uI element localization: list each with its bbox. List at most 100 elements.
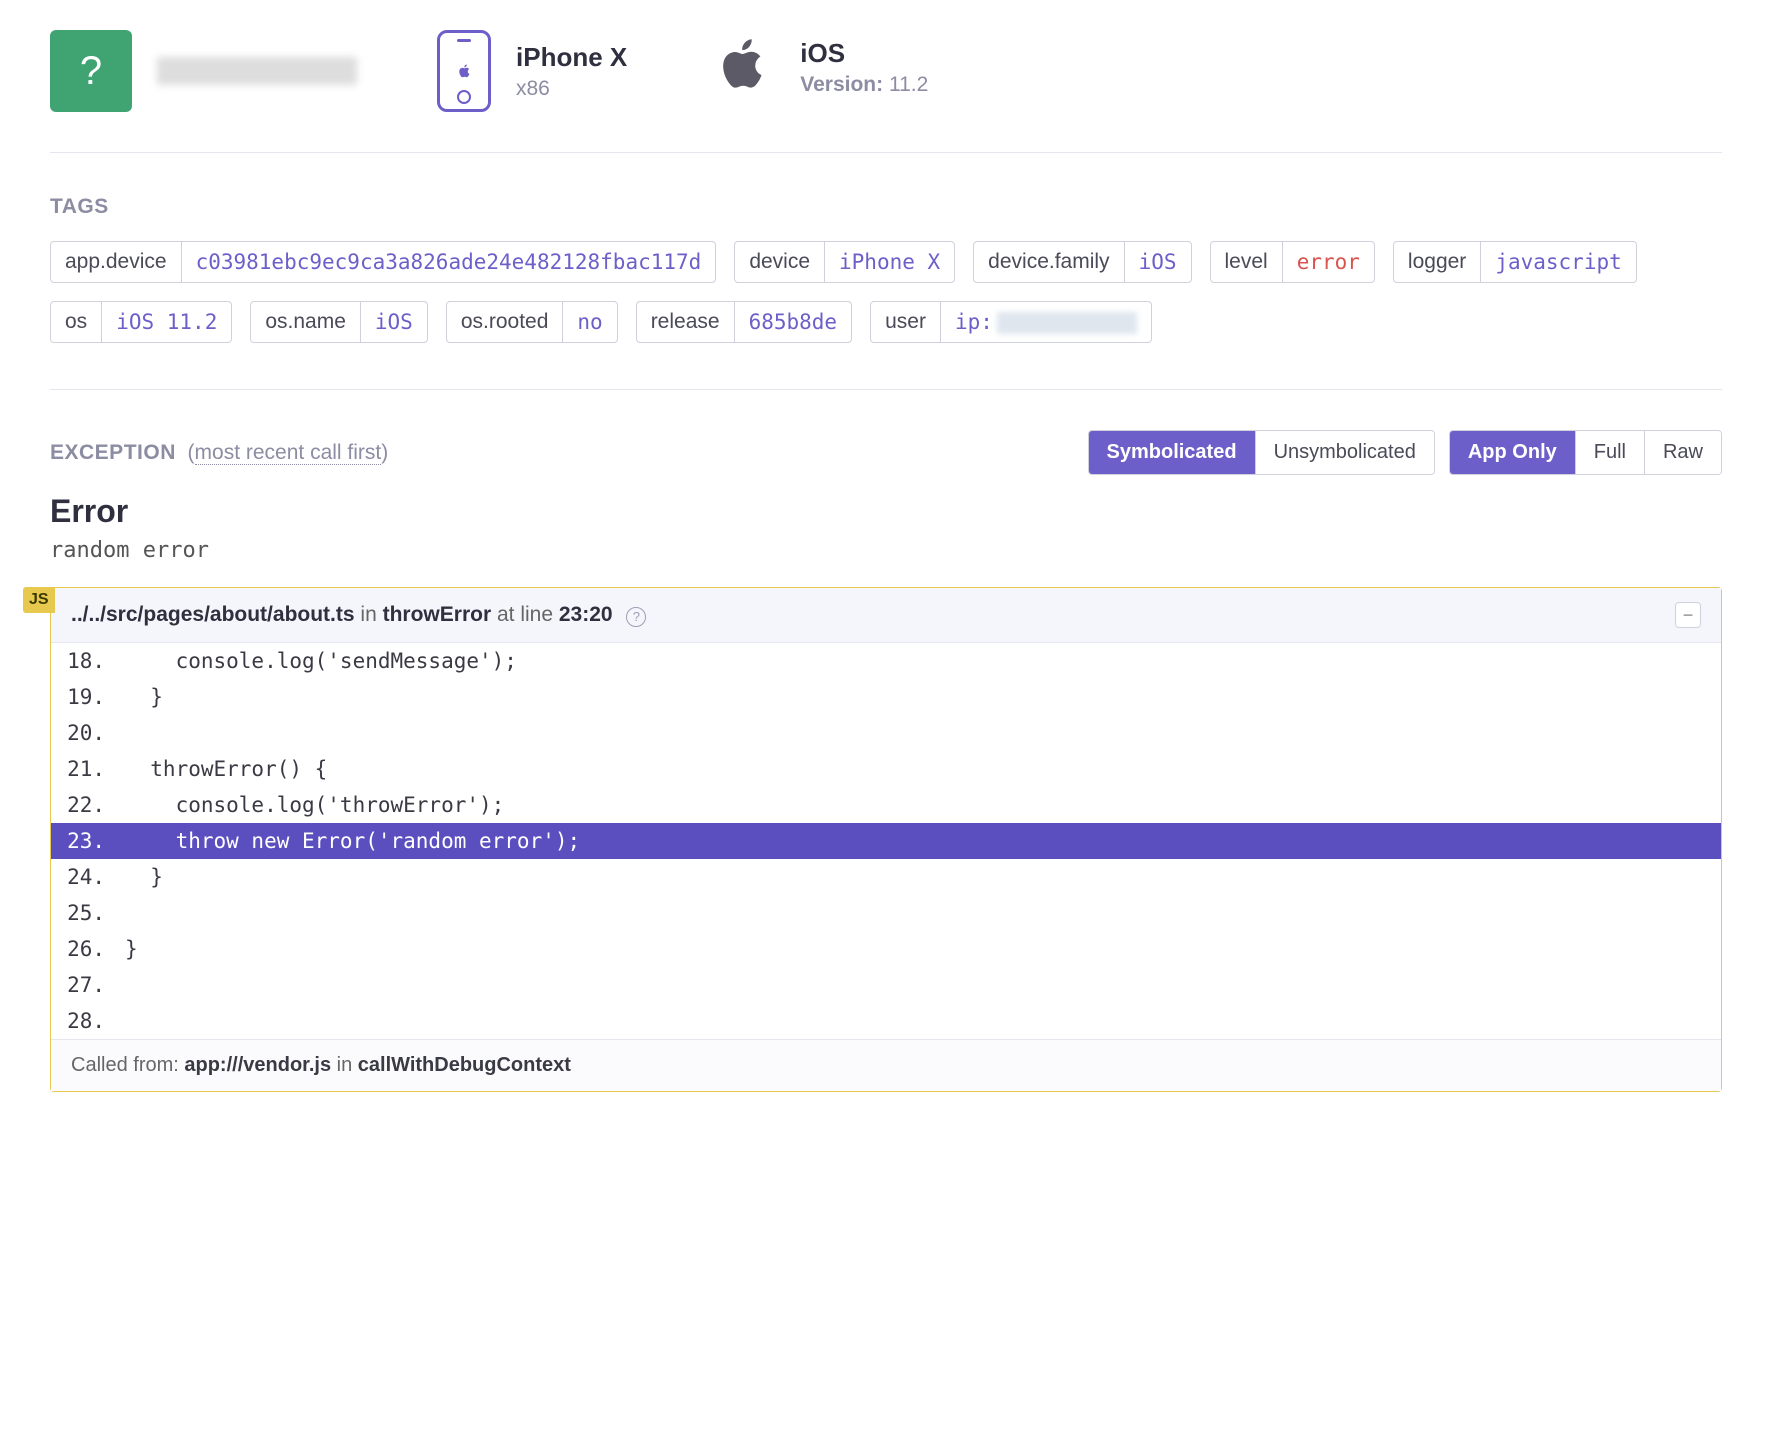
tag-key: logger <box>1394 242 1481 282</box>
code-line: 26.} <box>51 931 1721 967</box>
context-header: ? iPhone X x86 iOS Version: 11.2 <box>50 30 1722 153</box>
tag-value: iPhone X <box>825 242 954 282</box>
scope-tabs: App OnlyFullRaw <box>1449 430 1722 475</box>
line-code: } <box>115 859 1721 895</box>
symbolication-tabs: SymbolicatedUnsymbolicated <box>1088 430 1435 475</box>
info-icon[interactable]: ? <box>626 607 646 627</box>
line-code: } <box>115 931 1721 967</box>
code-line: 20. <box>51 715 1721 751</box>
tag-os.name[interactable]: os.nameiOS <box>250 301 427 343</box>
device-col: iPhone X x86 <box>437 30 627 112</box>
tag-key: release <box>637 302 735 342</box>
stack-frame: JS ../../src/pages/about/about.ts in thr… <box>50 587 1722 1092</box>
os-version: Version: 11.2 <box>800 73 928 97</box>
os-col: iOS Version: 11.2 <box>707 30 928 104</box>
tag-value: error <box>1283 242 1374 282</box>
tag-value: ip: <box>941 302 1151 342</box>
code-line: 25. <box>51 895 1721 931</box>
code-line: 27. <box>51 967 1721 1003</box>
frame-line: 23:20 <box>559 603 613 626</box>
code-line: 24. } <box>51 859 1721 895</box>
line-number: 18. <box>51 643 115 679</box>
tag-value: javascript <box>1481 242 1635 282</box>
device-arch: x86 <box>516 77 627 101</box>
tab-unsymbolicated[interactable]: Unsymbolicated <box>1255 431 1434 474</box>
line-number: 20. <box>51 715 115 751</box>
line-number: 22. <box>51 787 115 823</box>
tag-os.rooted[interactable]: os.rootedno <box>446 301 618 343</box>
line-code: console.log('throwError'); <box>115 787 1721 823</box>
tag-level[interactable]: levelerror <box>1210 241 1375 283</box>
stack-order-note[interactable]: most recent call first <box>195 441 382 465</box>
code-line: 21. throwError() { <box>51 751 1721 787</box>
tag-key: app.device <box>51 242 182 282</box>
line-code <box>115 1003 1721 1039</box>
lang-badge: JS <box>23 587 55 613</box>
line-code <box>115 967 1721 1003</box>
tag-value: 685b8de <box>735 302 852 342</box>
tag-release[interactable]: release685b8de <box>636 301 852 343</box>
exception-heading: EXCEPTION <box>50 441 176 464</box>
line-number: 27. <box>51 967 115 1003</box>
tab-raw[interactable]: Raw <box>1644 431 1721 474</box>
tag-value: no <box>563 302 616 342</box>
code-line: 22. console.log('throwError'); <box>51 787 1721 823</box>
tag-os[interactable]: osiOS 11.2 <box>50 301 232 343</box>
line-number: 28. <box>51 1003 115 1039</box>
line-code: throw new Error('random error'); <box>115 823 1721 859</box>
unknown-user-badge: ? <box>50 30 132 112</box>
line-code <box>115 715 1721 751</box>
exception-message: random error <box>50 538 1722 563</box>
code-line: 23. throw new Error('random error'); <box>51 823 1721 859</box>
device-name: iPhone X <box>516 42 627 73</box>
caller-function: callWithDebugContext <box>358 1054 571 1076</box>
line-code: } <box>115 679 1721 715</box>
line-number: 25. <box>51 895 115 931</box>
frame-function: throwError <box>383 603 492 626</box>
redacted-username <box>157 57 357 85</box>
tag-key: os.rooted <box>447 302 564 342</box>
line-number: 19. <box>51 679 115 715</box>
user-col: ? <box>50 30 357 112</box>
tag-value: c03981ebc9ec9ca3a826ade24e482128fbac117d <box>182 242 716 282</box>
line-code: console.log('sendMessage'); <box>115 643 1721 679</box>
tag-key: user <box>871 302 941 342</box>
tag-key: device <box>735 242 825 282</box>
tag-key: os.name <box>251 302 361 342</box>
line-number: 23. <box>51 823 115 859</box>
code-line: 19. } <box>51 679 1721 715</box>
tag-value: iOS <box>1125 242 1191 282</box>
tab-app-only[interactable]: App Only <box>1450 431 1575 474</box>
collapse-button[interactable]: − <box>1675 602 1701 628</box>
tag-user[interactable]: userip: <box>870 301 1152 343</box>
line-number: 24. <box>51 859 115 895</box>
line-code: throwError() { <box>115 751 1721 787</box>
apple-logo-icon <box>707 30 775 104</box>
tag-list: app.devicec03981ebc9ec9ca3a826ade24e4821… <box>50 241 1722 343</box>
tag-logger[interactable]: loggerjavascript <box>1393 241 1637 283</box>
tab-symbolicated[interactable]: Symbolicated <box>1089 431 1255 474</box>
frame-header[interactable]: ../../src/pages/about/about.ts in throwE… <box>51 588 1721 643</box>
source-context: 18. console.log('sendMessage');19. }20.2… <box>51 643 1721 1039</box>
line-number: 26. <box>51 931 115 967</box>
exception-type: Error <box>50 493 1722 530</box>
tag-value: iOS <box>361 302 427 342</box>
tags-heading: TAGS <box>50 195 1722 219</box>
frame-footer: Called from: app:///vendor.js in callWit… <box>51 1039 1721 1091</box>
caller-file: app:///vendor.js <box>184 1054 331 1076</box>
tag-key: os <box>51 302 102 342</box>
tag-app.device[interactable]: app.devicec03981ebc9ec9ca3a826ade24e4821… <box>50 241 716 283</box>
redacted-value <box>997 312 1137 334</box>
tag-value: iOS 11.2 <box>102 302 231 342</box>
tag-device[interactable]: deviceiPhone X <box>734 241 955 283</box>
code-line: 28. <box>51 1003 1721 1039</box>
tab-full[interactable]: Full <box>1575 431 1644 474</box>
tag-device.family[interactable]: device.familyiOS <box>973 241 1191 283</box>
phone-icon <box>437 30 491 112</box>
line-number: 21. <box>51 751 115 787</box>
tag-key: level <box>1211 242 1283 282</box>
line-code <box>115 895 1721 931</box>
tag-key: device.family <box>974 242 1124 282</box>
frame-file: ../../src/pages/about/about.ts <box>71 603 355 626</box>
os-name: iOS <box>800 38 928 69</box>
